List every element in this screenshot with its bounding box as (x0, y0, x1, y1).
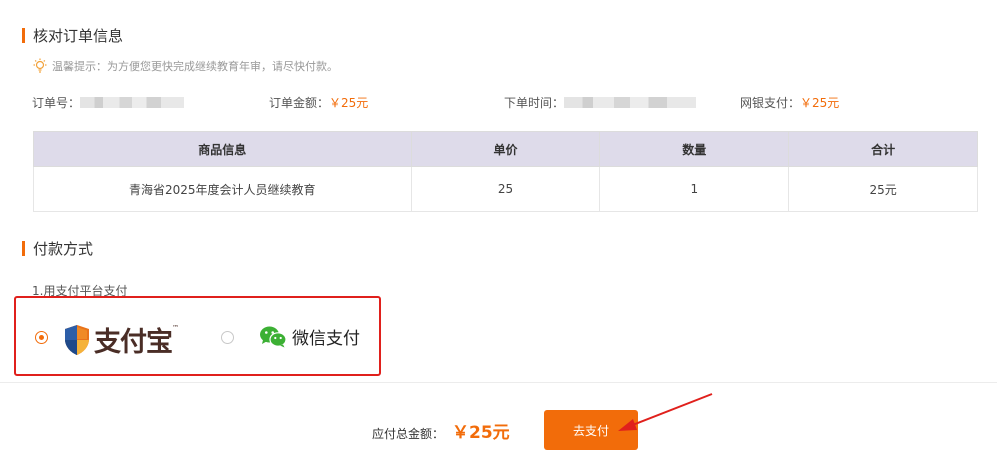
alipay-label: 支付宝 (94, 327, 173, 358)
table-header-goods: 商品信息 (33, 131, 412, 167)
order-info-row: 订单号： 订单金额： ￥25元 下单时间： 网银支付： ￥25元 (32, 94, 972, 110)
wechat-icon (260, 326, 287, 347)
table-header-total: 合计 (788, 131, 978, 167)
order-amount: 订单金额： ￥25元 (269, 94, 368, 111)
footer-divider (0, 382, 997, 383)
total-amount: 应付总金额： ￥25元 (372, 418, 510, 443)
table-header-quantity: 数量 (599, 131, 790, 167)
goods-table: 商品信息 单价 数量 合计 青海省2025年度会计人员继续教育 25 1 25元 (33, 131, 978, 212)
alipay-radio[interactable] (35, 331, 48, 344)
payment-options-box: 支付宝 ™ 微信支付 (14, 296, 381, 376)
order-amount-label: 订单金额： (269, 96, 330, 110)
payment-section-title-text: 付款方式 (33, 240, 94, 258)
wechat-option[interactable]: 微信支付 (259, 324, 360, 349)
alipay-shield-icon (65, 324, 89, 355)
order-time: 下单时间： (504, 94, 697, 111)
cell-unit-price: 25 (410, 166, 601, 212)
order-number-redacted (80, 97, 185, 108)
order-number-label: 订单号： (32, 96, 81, 110)
netbank-pay-label: 网银支付： (740, 96, 801, 110)
cell-subtotal: 25元 (788, 166, 978, 212)
lightbulb-icon (33, 58, 47, 73)
netbank-pay: 网银支付： ￥25元 (740, 94, 839, 111)
wechat-radio[interactable] (221, 331, 234, 344)
wechat-label: 微信支付 (292, 329, 360, 349)
table-header-price: 单价 (410, 131, 601, 167)
payment-section-title: 付款方式 (22, 238, 93, 259)
table-row: 青海省2025年度会计人员继续教育 25 1 25元 (33, 166, 978, 212)
title-accent-bar (22, 28, 25, 43)
trademark-icon: ™ (172, 323, 179, 332)
order-amount-value: ￥25元 (329, 96, 369, 110)
pay-button[interactable]: 去支付 (544, 410, 638, 450)
cell-goods-name: 青海省2025年度会计人员继续教育 (33, 166, 412, 212)
order-section-title-text: 核对订单信息 (33, 27, 124, 45)
alipay-option[interactable]: 支付宝 ™ (64, 320, 179, 359)
order-time-redacted (564, 97, 697, 108)
total-amount-label: 应付总金额： (372, 427, 445, 441)
total-amount-value: ￥25元 (452, 423, 510, 443)
table-header-row: 商品信息 单价 数量 合计 (33, 131, 978, 167)
title-accent-bar (22, 241, 25, 256)
order-section-title: 核对订单信息 (22, 25, 123, 46)
order-number: 订单号： (32, 94, 185, 111)
tip-text: 温馨提示：为方便您更快完成继续教育年审，请尽快付款。 (52, 60, 338, 73)
cell-quantity: 1 (599, 166, 790, 212)
tip-notice: 温馨提示：为方便您更快完成继续教育年审，请尽快付款。 (32, 58, 338, 74)
netbank-pay-value: ￥25元 (800, 96, 840, 110)
order-time-label: 下单时间： (504, 96, 565, 110)
